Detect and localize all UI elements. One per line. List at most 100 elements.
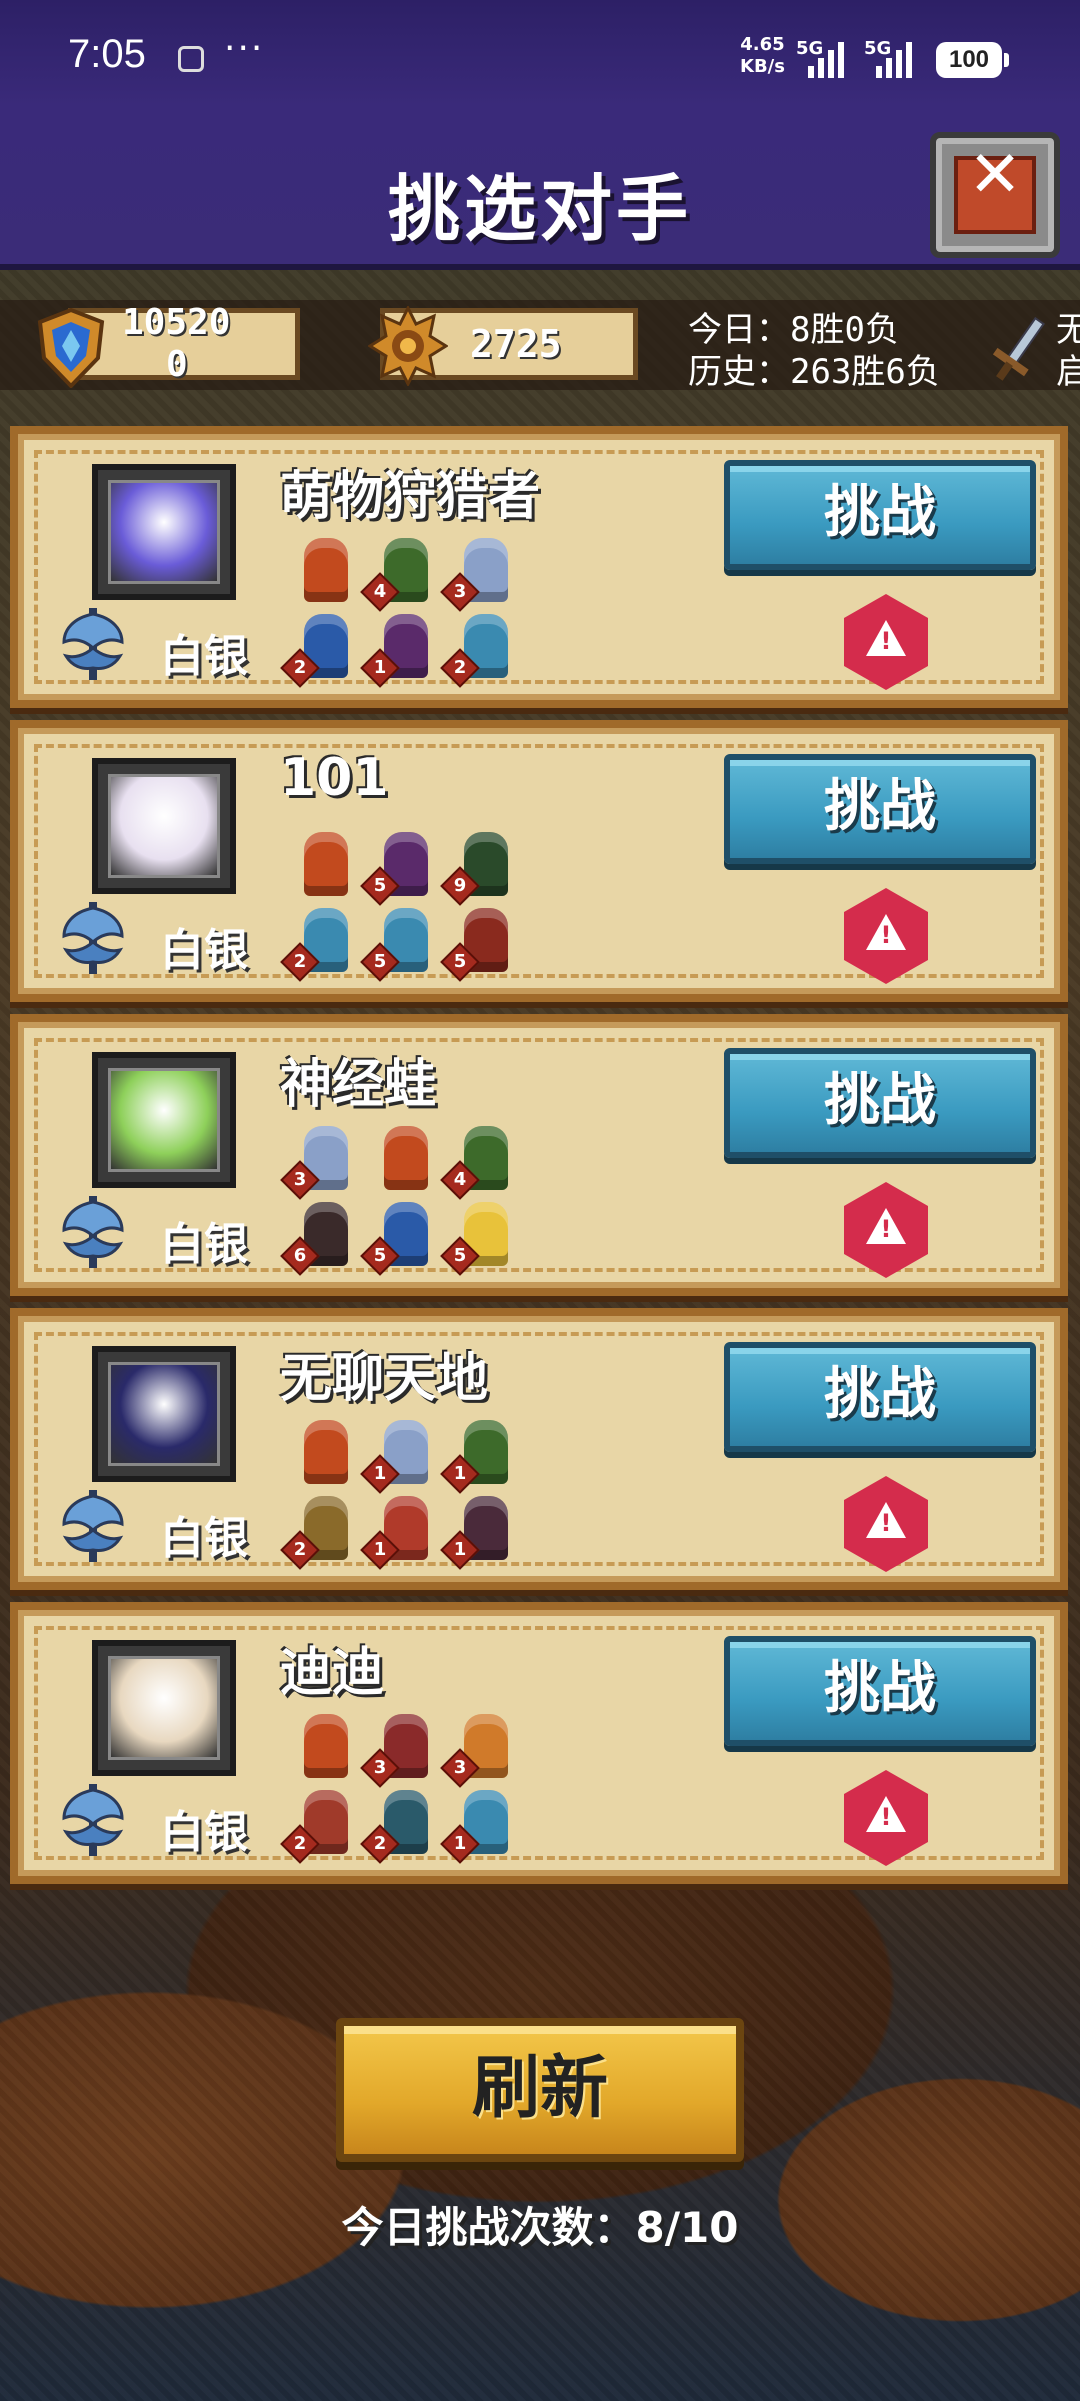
unit-level: 3 — [293, 1169, 307, 1190]
unit-level: 3 — [373, 1757, 387, 1778]
unit-icon: 2 — [360, 1786, 436, 1864]
history-record: 历史：263胜6负 — [688, 352, 940, 392]
unit-lineup: 1 1 2 1 1 — [280, 1416, 574, 1576]
report-button[interactable]: ! — [844, 1182, 928, 1278]
unit-level: 4 — [453, 1169, 467, 1190]
unit-icon — [294, 534, 356, 606]
unit-level: 1 — [453, 1539, 467, 1560]
unit-level: 2 — [293, 1833, 307, 1854]
unit-level: 3 — [453, 581, 467, 602]
rank-label: 白银 — [160, 925, 248, 976]
header: 7:05 ··· 4.65 KB/s 5G 5G 100 挑选对手 ✕ — [0, 0, 1080, 270]
avatar-frame[interactable] — [92, 464, 236, 600]
unit-icon: 5 — [360, 904, 436, 982]
avatar — [108, 1656, 220, 1760]
unit-icon: 1 — [440, 1416, 516, 1494]
net-speed-unit: KB/s — [740, 56, 785, 77]
unit-icon: 1 — [360, 1416, 436, 1494]
report-button[interactable]: ! — [844, 1770, 928, 1866]
net-speed-value: 4.65 — [740, 34, 785, 55]
silver-rank-icon — [62, 608, 124, 680]
rank-label: 白银 — [160, 1513, 248, 1564]
unit-icon: 1 — [440, 1786, 516, 1864]
unit-icon — [294, 828, 356, 900]
unit-level: 5 — [373, 951, 387, 972]
unit-icon: 1 — [360, 1492, 436, 1570]
unit-lineup: 4 3 2 1 2 — [280, 534, 574, 694]
unit-level: 6 — [293, 1245, 307, 1266]
avatar — [108, 774, 220, 878]
avatar-frame[interactable] — [92, 1052, 236, 1188]
report-button[interactable]: ! — [844, 594, 928, 690]
avatar-frame[interactable] — [92, 1640, 236, 1776]
sword-icon — [992, 316, 1045, 381]
challenge-button[interactable]: 挑战 — [724, 1342, 1036, 1452]
opponent-card: 白银 迪迪 3 3 2 2 1 挑战 ! — [10, 1602, 1068, 1884]
opponent-name: 神经蛙 — [280, 1055, 437, 1115]
opponent-name: 无聊天地 — [280, 1349, 489, 1409]
medal-score: 2725 — [470, 322, 562, 366]
cut-label-2: 启 — [1056, 352, 1080, 392]
challenge-button[interactable]: 挑战 — [724, 460, 1036, 570]
silver-rank-icon — [62, 902, 124, 974]
unit-level: 5 — [453, 1245, 467, 1266]
status-more: ··· — [224, 28, 265, 69]
status-bar: 7:05 ··· 4.65 KB/s 5G 5G 100 — [0, 28, 1080, 88]
unit-icon: 1 — [360, 610, 436, 688]
unit-icon: 6 — [280, 1198, 356, 1276]
avatar — [108, 1362, 220, 1466]
unit-level: 2 — [293, 1539, 307, 1560]
unit-level: 5 — [373, 1245, 387, 1266]
challenge-button[interactable]: 挑战 — [724, 1048, 1036, 1158]
unit-icon: 5 — [360, 1198, 436, 1276]
report-button[interactable]: ! — [844, 888, 928, 984]
avatar-frame[interactable] — [92, 1346, 236, 1482]
shield-icon — [37, 308, 105, 388]
unit-icon: 2 — [280, 1492, 356, 1570]
unit-icon: 3 — [440, 534, 516, 612]
unit-icon — [374, 1122, 436, 1194]
unit-icon: 3 — [280, 1122, 356, 1200]
unit-level: 2 — [373, 1833, 387, 1854]
unit-icon — [294, 1416, 356, 1488]
unit-icon: 2 — [440, 610, 516, 688]
signal-bars-2-icon — [876, 42, 912, 78]
unit-level: 1 — [453, 1833, 467, 1854]
opponent-card: 白银 101 5 9 2 5 5 挑战 ! — [10, 720, 1068, 1002]
unit-lineup: 3 3 2 2 1 — [280, 1710, 574, 1870]
unit-icon — [294, 1710, 356, 1782]
challenge-button[interactable]: 挑战 — [724, 1636, 1036, 1746]
trophy-sub: 0 — [166, 344, 188, 385]
opponent-name: 101 — [280, 748, 389, 808]
refresh-button[interactable]: 刷新 — [336, 2018, 744, 2162]
avatar — [108, 1068, 220, 1172]
opponent-name: 萌物狩猎者 — [280, 467, 541, 527]
medal-icon — [368, 306, 448, 386]
unit-level: 9 — [453, 875, 467, 896]
net-speed: 4.65 KB/s — [740, 34, 785, 78]
close-icon: ✕ — [968, 138, 1022, 212]
unit-level: 5 — [453, 951, 467, 972]
notification-icon — [178, 46, 204, 72]
unit-figure — [384, 1126, 428, 1190]
unit-icon: 4 — [360, 534, 436, 612]
signal-bars-1-icon — [808, 42, 844, 78]
trophy-score: 10520 — [122, 302, 231, 343]
unit-icon: 9 — [440, 828, 516, 906]
unit-level: 1 — [373, 657, 387, 678]
rank-label: 白银 — [160, 1219, 248, 1270]
close-button[interactable]: ✕ — [930, 132, 1060, 258]
opponent-card: 白银 神经蛙 3 4 6 5 5 挑战 ! — [10, 1014, 1068, 1296]
unit-icon: 2 — [280, 1786, 356, 1864]
warning-mark: ! — [880, 1509, 892, 1537]
avatar-frame[interactable] — [92, 758, 236, 894]
status-time: 7:05 — [68, 32, 146, 76]
challenge-button[interactable]: 挑战 — [724, 754, 1036, 864]
unit-figure — [304, 538, 348, 602]
rank-label: 白银 — [160, 1807, 248, 1858]
unit-figure — [304, 1714, 348, 1778]
unit-icon: 1 — [440, 1492, 516, 1570]
unit-level: 2 — [293, 951, 307, 972]
silver-rank-icon — [62, 1490, 124, 1562]
report-button[interactable]: ! — [844, 1476, 928, 1572]
